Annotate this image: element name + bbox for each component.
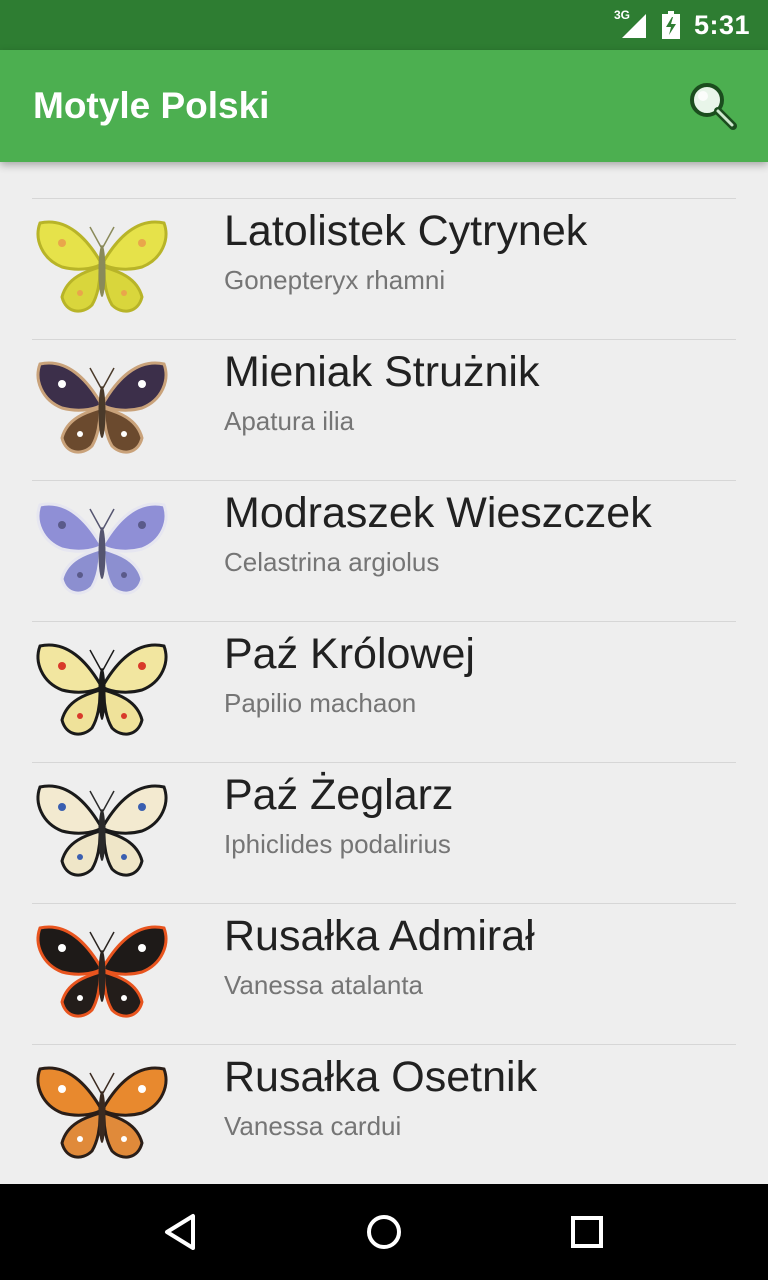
butterfly-latin-name: Papilio machaon (224, 688, 417, 718)
butterfly-list[interactable]: Latolistek Cytrynek Gonepteryx rhamni Mien… (0, 162, 768, 1184)
butterfly-latin-name: Vanessa atalanta (224, 970, 423, 1000)
butterfly-list-item[interactable]: Modraszek Wieszczek Celastrina argiolus (32, 480, 736, 621)
butterfly-latin-name: Apatura ilia (224, 406, 355, 436)
butterfly-list-item[interactable]: Paź Żeglarz Iphiclides podalirius (32, 762, 736, 903)
butterfly-thumbnail (36, 643, 168, 736)
signal-icon: 3G (614, 8, 648, 40)
navigation-bar (0, 1184, 768, 1280)
butterfly-list-item[interactable]: Rusałka Osetnik Vanessa cardui (32, 1044, 736, 1184)
butterfly-latin-name: Vanessa cardui (224, 1111, 402, 1141)
app-title: Motyle Polski (33, 85, 270, 126)
butterfly-name: Rusałka Osetnik (224, 1053, 538, 1101)
app-bar: Motyle Polski (0, 50, 768, 162)
butterfly-thumbnail (36, 220, 168, 313)
butterfly-thumbnail (36, 502, 168, 595)
butterfly-thumbnail (36, 361, 168, 454)
recents-square-icon[interactable] (563, 1208, 611, 1256)
status-bar: 3G 5:31 (0, 0, 768, 50)
search-icon[interactable] (684, 78, 740, 134)
butterfly-latin-name: Gonepteryx rhamni (224, 265, 446, 295)
butterfly-list-item[interactable]: Rusałka Admirał Vanessa atalanta (32, 903, 736, 1044)
battery-icon (661, 11, 680, 39)
butterfly-name: Rusałka Admirał (224, 912, 535, 960)
butterfly-thumbnail (36, 925, 168, 1018)
clock: 5:31 (693, 9, 750, 40)
butterfly-name: Latolistek Cytrynek (224, 207, 588, 255)
butterfly-list-item[interactable]: Latolistek Cytrynek Gonepteryx rhamni (32, 198, 736, 339)
butterfly-name: Paź Królowej (224, 630, 475, 678)
butterfly-list-item[interactable]: Paź Królowej Papilio machaon (32, 621, 736, 762)
butterfly-name: Mieniak Strużnik (224, 348, 540, 396)
butterfly-name: Paź Żeglarz (224, 771, 454, 819)
back-triangle-icon[interactable] (157, 1208, 205, 1256)
home-circle-icon[interactable] (360, 1208, 408, 1256)
butterfly-list-item[interactable]: Mieniak Strużnik Apatura ilia (32, 339, 736, 480)
butterfly-thumbnail (36, 1066, 168, 1159)
butterfly-latin-name: Celastrina argiolus (224, 547, 440, 577)
butterfly-name: Modraszek Wieszczek (224, 489, 652, 537)
butterfly-latin-name: Iphiclides podalirius (224, 829, 451, 859)
butterfly-thumbnail (36, 784, 168, 877)
